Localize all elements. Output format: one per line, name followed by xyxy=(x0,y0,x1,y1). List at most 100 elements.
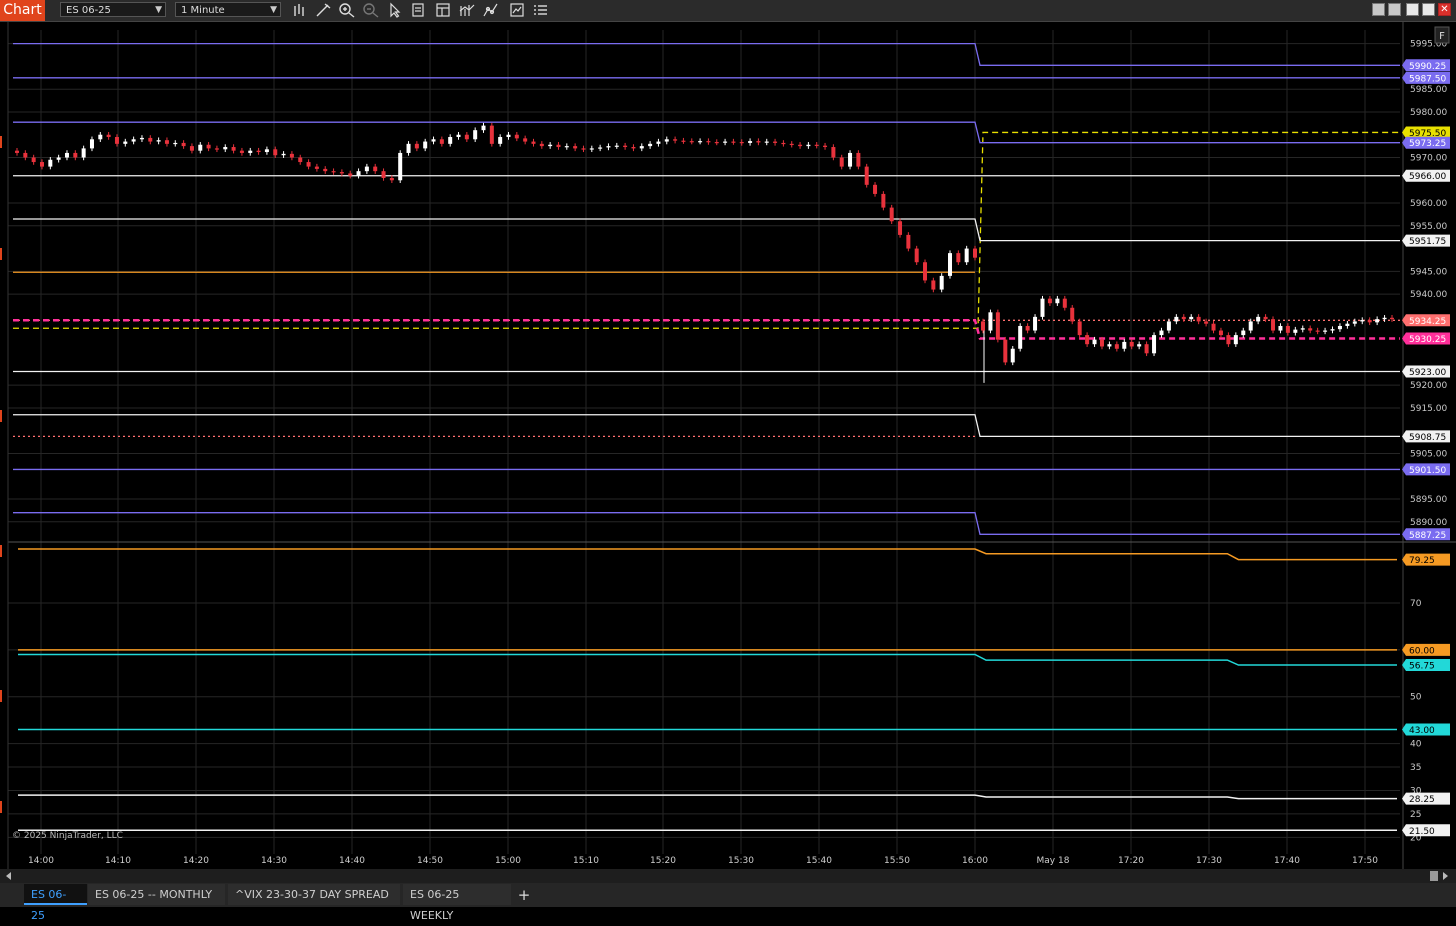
scroll-thumb[interactable] xyxy=(1430,871,1438,881)
left-marker xyxy=(0,410,2,422)
candle-body xyxy=(923,262,928,281)
candle-body xyxy=(1033,316,1038,331)
tab-es-06-25[interactable]: ES 06-25 xyxy=(24,884,87,922)
candle-body xyxy=(881,193,886,208)
candle-body xyxy=(298,157,303,163)
indicator-tick-label: 40 xyxy=(1410,740,1422,750)
candle-body xyxy=(414,143,419,149)
candle-body xyxy=(1367,320,1372,323)
candle-body xyxy=(1226,335,1231,345)
candle-body xyxy=(523,138,528,142)
pencil-icon[interactable] xyxy=(314,2,332,18)
candle-body xyxy=(995,312,1000,340)
tab-es-weekly[interactable]: ES 06-25 WEEKLY xyxy=(403,884,511,922)
tab-vix-spread[interactable]: ^VIX 23-30-37 DAY SPREAD xyxy=(228,884,400,905)
candle-body xyxy=(1122,341,1127,349)
indicators-icon[interactable] xyxy=(458,2,476,18)
price-tick-label: 5960.00 xyxy=(1410,199,1447,209)
strategy-icon[interactable] xyxy=(482,2,500,18)
candle-body xyxy=(231,147,236,151)
candle-body xyxy=(831,147,836,158)
add-tab-button[interactable]: + xyxy=(515,886,533,904)
indicator-label: 21.50 xyxy=(1402,824,1450,837)
candle-body xyxy=(823,145,828,148)
candle-body xyxy=(1099,339,1104,347)
candle-body xyxy=(1025,325,1030,331)
candle-body xyxy=(448,137,453,144)
f-button[interactable]: F xyxy=(1434,26,1450,44)
candle-body xyxy=(273,149,278,156)
scroll-right-icon[interactable] xyxy=(1443,872,1448,880)
candle-body xyxy=(781,142,786,145)
candle-body xyxy=(981,321,985,331)
candle-body xyxy=(756,141,761,143)
indicator-label: 79.25 xyxy=(1402,553,1450,566)
candle-body xyxy=(698,141,703,143)
candle-body xyxy=(1278,325,1283,331)
candle-body xyxy=(1293,329,1298,333)
candle-body xyxy=(1308,328,1313,331)
price-level-label: 5930.25 xyxy=(1402,332,1450,345)
toolbar: Chart ES 06-25 ▼ 1 Minute ▼ ✕ xyxy=(0,0,1456,22)
price-tick-label: 5980.00 xyxy=(1410,108,1447,118)
candle-body xyxy=(1352,321,1357,324)
candle-body xyxy=(1285,325,1290,333)
candle-body xyxy=(789,143,794,146)
candle-body xyxy=(748,141,753,143)
instrument-selector[interactable]: ES 06-25 ▼ xyxy=(60,2,166,17)
price-tick-label: 5940.00 xyxy=(1410,290,1447,300)
template-icon[interactable] xyxy=(508,2,526,18)
candle-body xyxy=(15,150,19,153)
price-tick-label: 5955.00 xyxy=(1410,222,1447,232)
price-tick-label: 5920.00 xyxy=(1410,381,1447,391)
candle-body xyxy=(214,148,219,150)
interval-selector[interactable]: 1 Minute ▼ xyxy=(175,2,281,17)
bar-type-icon[interactable] xyxy=(291,2,309,18)
minimize-button[interactable] xyxy=(1406,3,1419,16)
candle-body xyxy=(806,144,811,147)
maximize-button[interactable] xyxy=(1422,3,1435,16)
zoom-in-icon[interactable] xyxy=(338,2,356,18)
indicator-label: 43.00 xyxy=(1402,723,1450,736)
properties-icon[interactable] xyxy=(434,2,452,18)
candle-body xyxy=(1159,330,1164,336)
tab-es-monthly[interactable]: ES 06-25 -- MONTHLY xyxy=(88,884,225,905)
candle-body xyxy=(514,134,519,139)
price-level-label: 5973.25 xyxy=(1402,136,1450,149)
price-level-label: 5934.25 xyxy=(1402,314,1450,327)
candle-body xyxy=(1390,317,1394,320)
candle-body xyxy=(364,166,369,172)
candle-body xyxy=(389,177,394,181)
chart-area[interactable]: 14:00 14:10 14:20 14:30 14:40 14:50 15:00 15:10… xyxy=(0,22,1456,869)
chevron-down-icon: ▼ xyxy=(155,5,162,15)
horizontal-scrollbar[interactable] xyxy=(0,869,1456,883)
scroll-left-icon[interactable] xyxy=(6,872,11,880)
time-tick-label: 15:00 xyxy=(495,856,521,866)
zoom-out-icon[interactable] xyxy=(362,2,380,18)
left-marker xyxy=(0,801,2,813)
candle-body xyxy=(773,141,778,143)
data-box-icon[interactable] xyxy=(410,2,428,18)
copyright-text: © 2025 NinjaTrader, LLC xyxy=(12,831,123,841)
candle-body xyxy=(1204,321,1209,324)
left-marker xyxy=(0,545,2,557)
menu-list-icon[interactable] xyxy=(532,2,550,18)
candle-body xyxy=(906,234,911,249)
chart-label[interactable]: Chart xyxy=(0,0,45,21)
candle-body xyxy=(1256,316,1261,322)
close-button[interactable]: ✕ xyxy=(1438,3,1451,16)
candle-body xyxy=(548,144,553,147)
candle-body xyxy=(123,141,128,144)
time-tick-label: 14:40 xyxy=(339,856,365,866)
candle-body xyxy=(1211,323,1216,331)
candle-body xyxy=(1233,335,1238,345)
candle-body xyxy=(1241,330,1246,336)
pointer-icon[interactable] xyxy=(386,2,404,18)
candle-body xyxy=(1047,298,1052,304)
candle-body xyxy=(23,152,28,158)
tile-left-button[interactable] xyxy=(1372,3,1385,16)
indicator-tick-label: 25 xyxy=(1410,810,1421,820)
candle-body xyxy=(489,125,494,144)
value-label-text: 5990.25 xyxy=(1409,62,1446,72)
tile-right-button[interactable] xyxy=(1388,3,1401,16)
